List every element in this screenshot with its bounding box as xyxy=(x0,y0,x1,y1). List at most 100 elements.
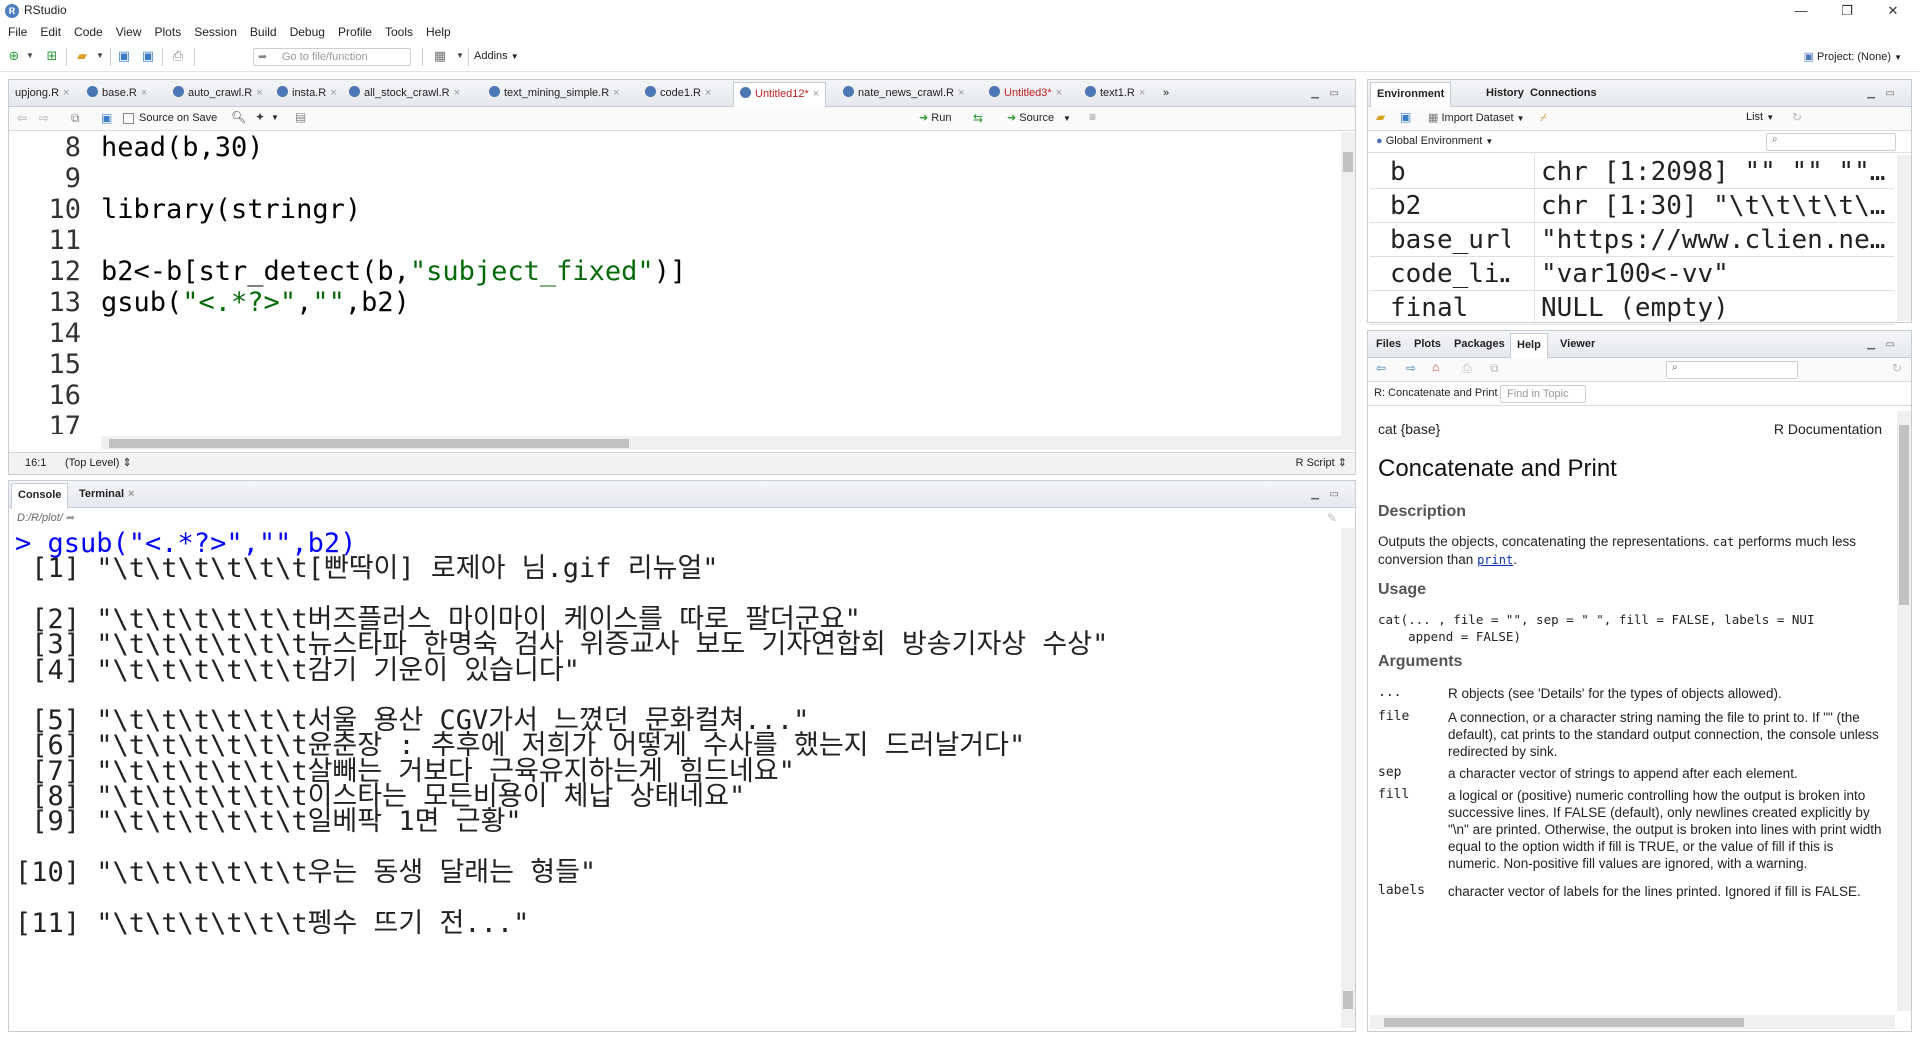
menu-code[interactable]: Code xyxy=(74,22,103,42)
close-icon[interactable]: × xyxy=(813,88,819,100)
environment-variable-row[interactable]: base_url "https://www.clien.ne… xyxy=(1370,223,1894,257)
project-menu[interactable]: ▣ Project: (None) ▼ xyxy=(1804,50,1902,63)
editor-tab[interactable]: nate_news_crawl.R × xyxy=(837,82,970,106)
new-file-dropdown-icon[interactable]: ▼ xyxy=(22,48,38,64)
goto-directory-icon[interactable]: ➦ xyxy=(66,512,75,524)
save-all-icon[interactable]: ▣ xyxy=(140,48,156,64)
goto-file-input[interactable]: Go to file/function xyxy=(253,48,411,66)
menu-view[interactable]: View xyxy=(116,22,142,42)
back-arrow-icon[interactable]: ⇦ xyxy=(17,111,27,125)
new-project-icon[interactable]: ⊞ xyxy=(44,48,60,64)
editor-tab[interactable]: auto_crawl.R × xyxy=(167,82,269,106)
forward-arrow-icon[interactable]: ⇨ xyxy=(39,111,49,125)
tab-environment[interactable]: Environment xyxy=(1370,82,1452,108)
environment-vertical-scrollbar[interactable] xyxy=(1897,155,1911,321)
menu-plots[interactable]: Plots xyxy=(155,22,182,42)
help-horizontal-scrollbar[interactable] xyxy=(1370,1015,1895,1029)
menu-help[interactable]: Help xyxy=(426,22,451,42)
editor-tab[interactable]: base.R × xyxy=(81,82,153,106)
list-view-selector[interactable]: List ▼ xyxy=(1746,111,1774,123)
help-topic-selector[interactable]: R: Concatenate and Print ▼ xyxy=(1374,387,1509,399)
tab-console[interactable]: Console xyxy=(11,483,69,509)
layout-dropdown-icon[interactable]: ▼ xyxy=(452,48,468,64)
maximize-button[interactable]: ❐ xyxy=(1824,0,1870,22)
close-icon[interactable]: × xyxy=(128,488,134,500)
environment-variable-row[interactable]: final NULL (empty) xyxy=(1370,291,1894,325)
print-icon[interactable]: ⎙ xyxy=(170,48,186,64)
environment-variable-row[interactable]: code_li… "var100<-vv" xyxy=(1370,257,1894,291)
editor-tab[interactable]: all_stock_crawl.R × xyxy=(343,82,466,106)
editor-tab[interactable]: code1.R × xyxy=(639,82,717,106)
tab-help[interactable]: Help xyxy=(1510,333,1548,359)
addins-menu[interactable]: Addins ▼ xyxy=(474,50,519,62)
editor-tab[interactable]: insta.R × xyxy=(271,82,343,106)
more-tabs-icon[interactable]: » xyxy=(1157,82,1175,106)
back-arrow-icon[interactable]: ⇦ xyxy=(1376,361,1386,375)
editor-tab[interactable]: upjong.R × xyxy=(9,82,75,106)
home-icon[interactable]: ⌂ xyxy=(1432,360,1439,374)
menu-debug[interactable]: Debug xyxy=(290,22,325,42)
print-link[interactable]: print xyxy=(1477,553,1513,567)
minimize-pane-icon[interactable]: ▁ xyxy=(1311,489,1319,500)
help-vertical-scrollbar[interactable] xyxy=(1897,411,1911,1011)
save-file-icon[interactable]: ▣ xyxy=(101,111,112,125)
show-in-window-icon[interactable]: ⧉ xyxy=(71,111,80,126)
menu-edit[interactable]: Edit xyxy=(40,22,61,42)
working-directory[interactable]: D:/R/plot/ ➦ xyxy=(17,511,75,524)
environment-scope-selector[interactable]: ● Global Environment ▼ xyxy=(1376,135,1493,147)
menu-session[interactable]: Session xyxy=(194,22,237,42)
open-folder-icon[interactable]: ▰ xyxy=(74,48,90,64)
environment-variable-row[interactable]: b chr [1:2098] "" "" ""… xyxy=(1370,155,1894,189)
grid-layout-icon[interactable]: ▦ xyxy=(432,48,448,64)
editor-horizontal-scrollbar[interactable] xyxy=(101,436,1341,450)
environment-variable-row[interactable]: b2 chr [1:30] "\t\t\t\t\… xyxy=(1370,189,1894,223)
editor-vertical-scrollbar[interactable] xyxy=(1341,132,1355,450)
editor-tab[interactable]: Untitled3* × xyxy=(983,82,1068,106)
print-icon[interactable]: ⎙ xyxy=(1462,361,1472,376)
refresh-icon[interactable]: ↻ xyxy=(1892,361,1902,375)
menu-tools[interactable]: Tools xyxy=(385,22,413,42)
close-icon[interactable]: × xyxy=(256,87,262,99)
console-output[interactable]: > gsub("<.*?>","",b2) [1] "\t\t\t\t\t\t[… xyxy=(15,528,1335,1028)
menu-file[interactable]: File xyxy=(8,22,27,42)
tab-packages[interactable]: Packages xyxy=(1448,333,1511,357)
help-search-input[interactable] xyxy=(1666,361,1798,379)
close-icon[interactable]: × xyxy=(1056,87,1062,99)
forward-arrow-icon[interactable]: ⇨ xyxy=(1406,361,1416,375)
close-icon[interactable]: × xyxy=(330,87,336,99)
clear-console-icon[interactable]: ✎ xyxy=(1327,511,1337,525)
tab-files[interactable]: Files xyxy=(1370,333,1407,357)
editor-tab[interactable]: text_mining_simple.R × xyxy=(483,82,626,106)
save-icon[interactable]: ▣ xyxy=(116,48,132,64)
close-icon[interactable]: × xyxy=(613,87,619,99)
open-dropdown-icon[interactable]: ▼ xyxy=(92,48,108,64)
minimize-pane-icon[interactable]: ▁ xyxy=(1867,88,1875,99)
menu-profile[interactable]: Profile xyxy=(338,22,372,42)
new-file-icon[interactable]: ⊕ xyxy=(6,48,22,64)
tab-terminal[interactable]: Terminal × xyxy=(73,483,140,507)
minimize-pane-icon[interactable]: ▁ xyxy=(1867,339,1875,350)
close-icon[interactable]: × xyxy=(454,87,460,99)
rerun-icon[interactable]: ⇆ xyxy=(973,111,983,125)
close-icon[interactable]: × xyxy=(1139,87,1145,99)
refresh-icon[interactable]: ↻ xyxy=(1792,110,1802,124)
source-dropdown-icon[interactable]: ▼ xyxy=(1063,114,1071,123)
compile-report-icon[interactable]: ▤ xyxy=(295,110,306,124)
source-button[interactable]: ➜ Source xyxy=(1007,111,1054,124)
show-in-window-icon[interactable]: ⧉ xyxy=(1490,361,1499,376)
close-icon[interactable]: × xyxy=(958,87,964,99)
minimize-button[interactable]: — xyxy=(1778,0,1824,22)
environment-search-input[interactable] xyxy=(1766,133,1896,151)
tab-plots[interactable]: Plots xyxy=(1408,333,1447,357)
import-dataset-button[interactable]: ▦ Import Dataset ▼ xyxy=(1428,111,1525,124)
broom-icon[interactable]: ⌿ xyxy=(1540,110,1547,125)
magic-wand-icon[interactable]: ✦ xyxy=(255,110,265,124)
filetype-selector[interactable]: R Script ⇕ xyxy=(1296,453,1347,474)
close-button[interactable]: ✕ xyxy=(1870,0,1916,22)
maximize-pane-icon[interactable]: ▭ xyxy=(1330,88,1339,99)
maximize-pane-icon[interactable]: ▭ xyxy=(1330,489,1339,500)
load-workspace-icon[interactable]: ▰ xyxy=(1376,110,1385,124)
search-icon[interactable]: 🔍︎ xyxy=(231,110,246,124)
close-icon[interactable]: × xyxy=(141,87,147,99)
find-in-topic-input[interactable]: Find in Topic xyxy=(1500,385,1586,403)
